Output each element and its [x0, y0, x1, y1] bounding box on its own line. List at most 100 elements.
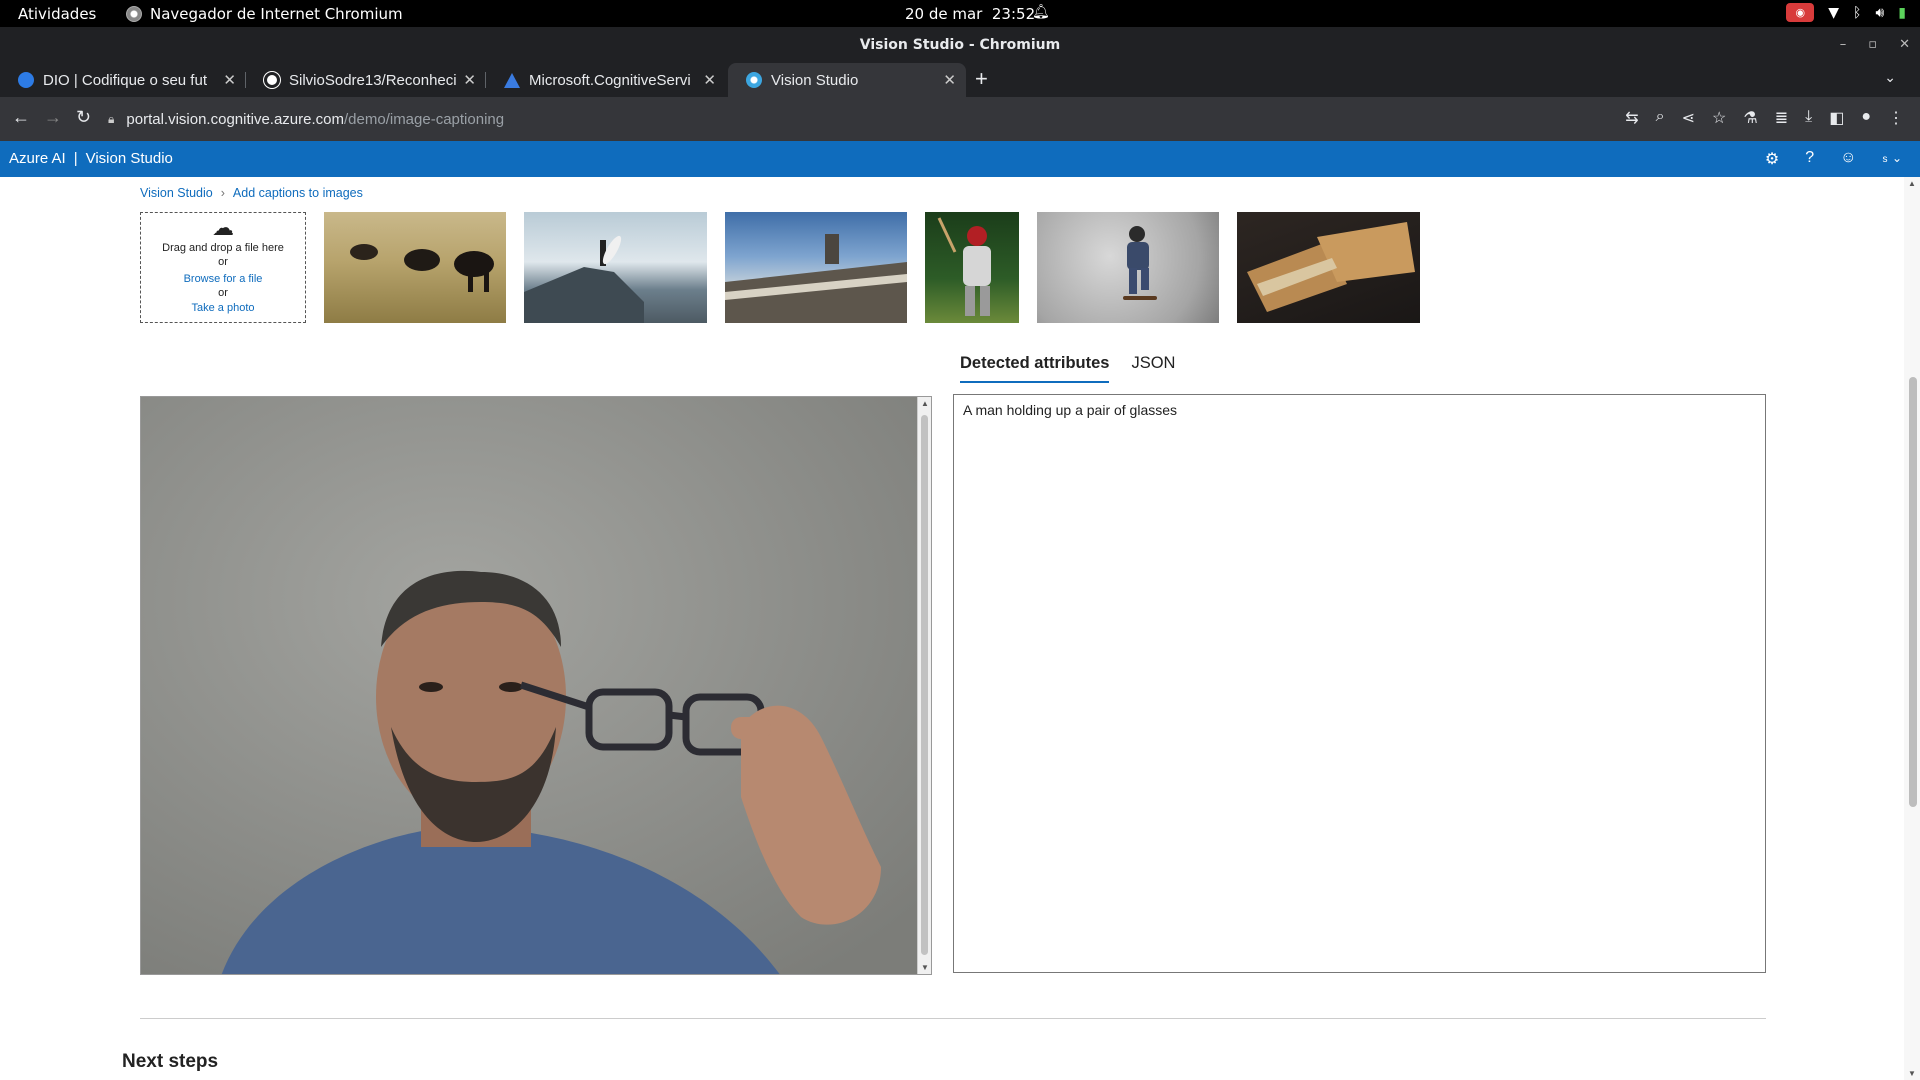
- clock-time: 23:52: [991, 5, 1036, 23]
- tab-detected-attributes[interactable]: Detected attributes: [960, 354, 1110, 383]
- or-text: or: [218, 287, 228, 299]
- sample-cows-thumbnail[interactable]: [324, 212, 506, 323]
- take-photo-link[interactable]: Take a photo: [141, 301, 305, 315]
- cloud-upload-icon: ☁: [212, 215, 234, 240]
- vision-studio-label: Vision Studio: [85, 150, 173, 167]
- battery-icon: ▮: [1898, 4, 1906, 21]
- system-tray[interactable]: ◉ ▼ ᛒ 🔊︎ ▮: [1786, 3, 1906, 22]
- app-name: Navegador de Internet Chromium: [150, 5, 403, 23]
- new-tab-icon[interactable]: +: [975, 66, 988, 92]
- building-image: [725, 234, 907, 323]
- breadcrumb-chevron-icon: ›: [220, 186, 225, 200]
- tab-vision-studio[interactable]: Vision Studio ✕: [728, 63, 966, 97]
- uploaded-photo: [141, 397, 919, 974]
- close-window-icon[interactable]: ✕: [1899, 27, 1910, 63]
- skateboarder-image: [1123, 226, 1157, 300]
- upload-dropzone[interactable]: ☁ Drag and drop a file here or Browse fo…: [140, 212, 306, 323]
- sample-skateboarder-thumbnail[interactable]: [1037, 212, 1219, 323]
- bluetooth-icon: ᛒ: [1853, 4, 1862, 21]
- page-scroll-up-icon[interactable]: ▲: [1908, 179, 1916, 188]
- dio-favicon-icon: [18, 72, 34, 88]
- cows-image: [350, 244, 494, 292]
- account-initial: s: [1882, 154, 1888, 165]
- minimize-icon[interactable]: –: [1840, 27, 1847, 63]
- vision-studio-favicon-icon: [746, 72, 762, 88]
- tab-search-chevron-icon[interactable]: ⌄: [1884, 69, 1896, 86]
- activities-button[interactable]: Atividades: [18, 5, 96, 23]
- kebab-menu-icon[interactable]: ⋮: [1888, 108, 1904, 128]
- detected-attributes-panel: A man holding up a pair of glasses: [953, 394, 1766, 973]
- azure-brand[interactable]: Azure AI | Vision Studio: [9, 150, 173, 167]
- github-icon: [264, 72, 280, 88]
- reading-list-icon[interactable]: ≣: [1775, 108, 1788, 128]
- breadcrumb: Vision Studio › Add captions to images: [140, 186, 363, 200]
- result-tabs: Detected attributes JSON: [960, 354, 1175, 383]
- profile-icon[interactable]: ●: [1861, 108, 1871, 128]
- close-tab-icon[interactable]: ✕: [223, 71, 236, 89]
- scroll-down-icon[interactable]: ▼: [921, 963, 929, 972]
- toolbar-icons: ⇆ ⌕ ⋖ ☆ ⚗ ≣ ⤓ ◧ ● ⋮: [1625, 108, 1904, 128]
- reload-icon[interactable]: ↻: [76, 107, 91, 128]
- viewer-scrollbar[interactable]: ▲ ▼: [917, 397, 931, 974]
- browser-toolbar: ← → ↻ 🔒︎ portal.vision.cognitive.azure.c…: [0, 97, 1920, 141]
- sample-baseball-thumbnail[interactable]: [925, 212, 1019, 323]
- screen-record-icon[interactable]: ◉: [1786, 3, 1815, 22]
- image-viewer: ▲ ▼: [140, 396, 932, 975]
- breadcrumb-current-link[interactable]: Add captions to images: [233, 186, 363, 200]
- tab-azure-portal[interactable]: Microsoft.CognitiveServi ✕: [486, 63, 726, 97]
- window-controls: – ▫ ✕: [1840, 27, 1910, 63]
- url-host: portal.vision.cognitive.azure.com: [126, 110, 344, 128]
- surfer-image: [524, 235, 644, 323]
- tab-strip: DIO | Codifique o seu fut ✕ SilvioSodre1…: [0, 63, 1920, 97]
- clock-date: 20 de mar: [905, 5, 983, 23]
- section-divider: [140, 1018, 1766, 1019]
- app-menu[interactable]: Navegador de Internet Chromium: [126, 5, 403, 23]
- azure-header: Azure AI | Vision Studio ⚙ ? ☺ s ⌄: [0, 141, 1920, 177]
- tab-dio[interactable]: DIO | Codifique o seu fut ✕: [0, 63, 246, 97]
- scroll-up-icon[interactable]: ▲: [921, 399, 929, 408]
- lock-icon[interactable]: 🔒︎: [108, 112, 114, 127]
- share-icon[interactable]: ⋖: [1682, 108, 1695, 128]
- tab-title: Vision Studio: [771, 71, 859, 89]
- caption-text: A man holding up a pair of glasses: [963, 402, 1178, 418]
- close-tab-icon[interactable]: ✕: [943, 71, 956, 89]
- notification-bell-icon[interactable]: 🔔︎: [1032, 4, 1050, 20]
- window-title: Vision Studio - Chromium: [859, 37, 1061, 53]
- clock[interactable]: 20 de mar 23:52: [905, 5, 1035, 23]
- close-tab-icon[interactable]: ✕: [463, 71, 476, 89]
- scrollbar-thumb[interactable]: [921, 415, 928, 955]
- azure-icon: [504, 72, 520, 88]
- page-scroll-down-icon[interactable]: ▼: [1908, 1069, 1916, 1078]
- sample-building-thumbnail[interactable]: [725, 212, 907, 323]
- bookmark-star-icon[interactable]: ☆: [1712, 108, 1726, 128]
- settings-gear-icon[interactable]: ⚙: [1765, 149, 1779, 169]
- baseball-player-image: [937, 217, 991, 316]
- help-icon[interactable]: ?: [1805, 149, 1814, 169]
- tab-json[interactable]: JSON: [1131, 354, 1175, 383]
- feedback-smiley-icon[interactable]: ☺: [1840, 149, 1856, 169]
- account-menu[interactable]: s ⌄: [1882, 149, 1902, 169]
- sample-sandwich-thumbnail[interactable]: [1237, 212, 1420, 323]
- url-path: /demo/image-captioning: [344, 110, 505, 128]
- browse-file-link[interactable]: Browse for a file: [141, 272, 305, 286]
- page-scrollbar[interactable]: ▲ ▼: [1904, 177, 1920, 1080]
- breadcrumb-root-link[interactable]: Vision Studio: [140, 186, 213, 200]
- sandwich-image: [1247, 222, 1415, 312]
- close-tab-icon[interactable]: ✕: [703, 71, 716, 89]
- next-steps-heading: Next steps: [122, 1051, 219, 1072]
- address-bar[interactable]: 🔒︎ portal.vision.cognitive.azure.com/dem…: [108, 104, 1598, 134]
- sample-surfer-thumbnail[interactable]: [524, 212, 707, 323]
- page-scrollbar-thumb[interactable]: [1909, 377, 1917, 807]
- download-icon[interactable]: ⤓: [1805, 108, 1812, 128]
- side-panel-icon[interactable]: ◧: [1829, 108, 1844, 128]
- zoom-icon[interactable]: ⌕: [1656, 108, 1665, 128]
- labs-flask-icon[interactable]: ⚗: [1743, 108, 1757, 128]
- translate-icon[interactable]: ⇆: [1625, 108, 1638, 128]
- tab-github[interactable]: SilvioSodre13/Reconheci ✕: [246, 63, 486, 97]
- tab-title: SilvioSodre13/Reconheci: [289, 71, 457, 89]
- maximize-icon[interactable]: ▫: [1868, 27, 1877, 63]
- forward-icon[interactable]: →: [44, 107, 62, 128]
- or-text: or: [218, 256, 228, 268]
- back-icon[interactable]: ←: [12, 107, 30, 128]
- volume-icon: 🔊︎: [1875, 4, 1885, 21]
